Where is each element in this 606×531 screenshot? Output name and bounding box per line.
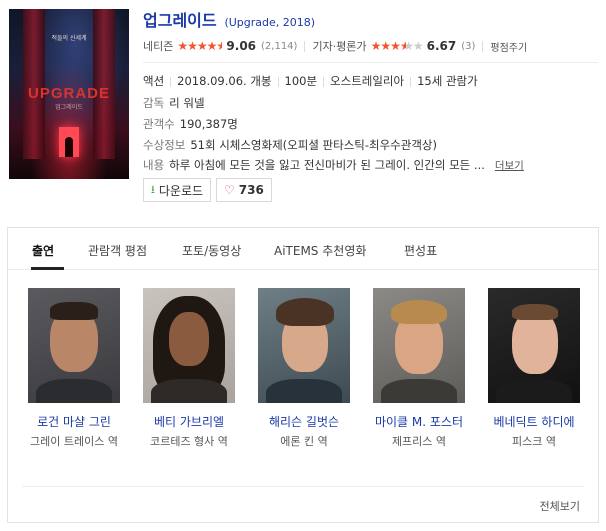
info-separator (323, 76, 325, 87)
info-separator (410, 76, 412, 87)
cast-item[interactable]: 마이클 M. 포스터 제프리스 역 (373, 288, 465, 449)
download-label: 다운로드 (158, 183, 204, 198)
photo-face (169, 312, 209, 366)
cast-item[interactable]: 해리슨 길벗슨 에론 킨 역 (258, 288, 350, 449)
netizen-stars-icon: ★★★★★ (177, 39, 223, 53)
download-icon: ⭳ (151, 182, 155, 196)
audience-label: 관객수 (143, 117, 175, 131)
photo-hair (50, 302, 98, 320)
photo-body (36, 379, 112, 403)
critic-stars-icon: ★★★★★★ (370, 39, 424, 53)
director-row: 감독 리 워넬 (143, 95, 205, 111)
plot-row: 내용 하루 아침에 모든 것을 잃고 전신마비가 된 그레이. 인간의 모든 ..… (143, 157, 524, 173)
cast-name[interactable]: 해리슨 길벗슨 (258, 415, 350, 430)
cast-role: 제프리스 역 (391, 435, 447, 448)
critic-count: (3) (461, 40, 476, 52)
audience-count: 190,387명 (179, 117, 238, 131)
netizen-count: (2,114) (261, 40, 298, 52)
cast-name[interactable]: 마이클 M. 포스터 (373, 415, 465, 430)
cast-photo[interactable] (258, 288, 350, 403)
cast-item[interactable]: 베티 가브리엘 코르테즈 형사 역 (143, 288, 235, 449)
netizen-label: 네티즌 (143, 40, 174, 53)
movie-poster[interactable]: 적들의 신세계 UPGRADE 업그레이드 (9, 9, 129, 179)
cast-item[interactable]: 로건 마샬 그린 그레이 트레이스 역 (28, 288, 120, 449)
rating-row: 네티즌 ★★★★★ 9.06 (2,114) 기자·평론가 ★★★★★★ 6.6… (143, 38, 527, 54)
download-button[interactable]: ⭳ 다운로드 (143, 178, 212, 202)
like-button[interactable]: ♡ 736 (216, 178, 272, 202)
movie-title-row: 업그레이드 (Upgrade, 2018) (143, 7, 315, 31)
basic-info-row: 액션 2018.09.06. 개봉 100분 오스트레일리아 15세 관람가 (143, 73, 478, 89)
movie-title-sub: (Upgrade, 2018) (224, 16, 316, 29)
card-footer-divider (22, 486, 584, 487)
award-info[interactable]: 51회 시체스영화제(오피셜 판타스틱-최우수관객상) (190, 138, 437, 152)
heart-icon: ♡ (224, 183, 235, 197)
photo-hair (512, 304, 558, 320)
poster-curtain-left (23, 9, 45, 159)
critic-label: 기자·평론가 (312, 40, 367, 53)
tab-aitems[interactable]: AiTEMS 추천영화 (274, 242, 366, 259)
photo-body (381, 379, 457, 403)
cast-role: 코르테즈 형사 역 (150, 435, 228, 448)
photo-hair (276, 298, 334, 326)
cast-name[interactable]: 로건 마샬 그린 (28, 415, 120, 430)
cast-photo[interactable] (143, 288, 235, 403)
cast-name[interactable]: 베네딕트 하디에 (488, 415, 580, 430)
photo-body (266, 379, 342, 403)
plot-text: 하루 아침에 모든 것을 잃고 전신마비가 된 그레이. 인간의 모든 ... (169, 158, 485, 172)
info-separator (277, 76, 279, 87)
cast-role: 피스크 역 (512, 435, 556, 448)
poster-subtitle: 업그레이드 (55, 104, 83, 111)
tab-cast[interactable]: 출연 (32, 242, 54, 259)
critic-score: 6.67 (426, 39, 457, 53)
cast-role: 그레이 트레이스 역 (30, 435, 118, 448)
netizen-score: 9.06 (226, 39, 257, 53)
tab-audience-rating[interactable]: 관람객 평점 (88, 242, 147, 259)
cast-name[interactable]: 베티 가브리엘 (143, 415, 235, 430)
more-link[interactable]: 더보기 (495, 160, 524, 172)
info-separator (170, 76, 172, 87)
header-divider (143, 62, 598, 63)
release-date: 2018.09.06. 개봉 (177, 74, 272, 88)
movie-title[interactable]: 업그레이드 (143, 11, 217, 30)
age-rating: 15세 관람가 (417, 74, 478, 88)
director-name[interactable]: 리 워넬 (169, 96, 204, 110)
cast-photo[interactable] (488, 288, 580, 403)
photo-body (496, 379, 572, 403)
audience-row: 관객수 190,387명 (143, 116, 238, 132)
genre[interactable]: 액션 (143, 74, 164, 88)
rate-button[interactable]: 평점주기 (490, 39, 527, 54)
cast-photo[interactable] (28, 288, 120, 403)
rating-separator (304, 40, 306, 52)
country[interactable]: 오스트레일리아 (330, 74, 404, 88)
rating-separator-2 (482, 40, 484, 52)
tab-photo-video[interactable]: 포토/동영상 (182, 242, 241, 259)
plot-label: 내용 (143, 158, 165, 172)
like-count: 736 (238, 183, 264, 197)
cast-card: 출연 관람객 평점 포토/동영상 AiTEMS 추천영화 편성표 로건 마샬 그… (7, 227, 599, 523)
runtime: 100분 (284, 74, 318, 88)
cast-item[interactable]: 베네딕트 하디에 피스크 역 (488, 288, 580, 449)
poster-tagline: 적들의 신세계 (51, 35, 87, 42)
tab-schedule[interactable]: 편성표 (404, 242, 437, 259)
cast-role: 에론 킨 역 (280, 435, 328, 448)
poster-figure (65, 137, 73, 157)
poster-title: UPGRADE (27, 85, 110, 102)
active-tab-indicator (31, 267, 64, 270)
photo-body (151, 379, 227, 403)
director-label: 감독 (143, 96, 165, 110)
action-buttons: ⭳ 다운로드 ♡ 736 (143, 178, 272, 202)
cast-photo[interactable] (373, 288, 465, 403)
tab-bar: 출연 관람객 평점 포토/동영상 AiTEMS 추천영화 편성표 (8, 228, 598, 270)
award-label: 수상정보 (143, 138, 186, 152)
photo-hair (391, 300, 447, 324)
view-all-link[interactable]: 전체보기 (540, 498, 580, 514)
award-row: 수상정보 51회 시체스영화제(오피셜 판타스틱-최우수관객상) (143, 137, 437, 153)
poster-curtain-right (93, 9, 115, 159)
